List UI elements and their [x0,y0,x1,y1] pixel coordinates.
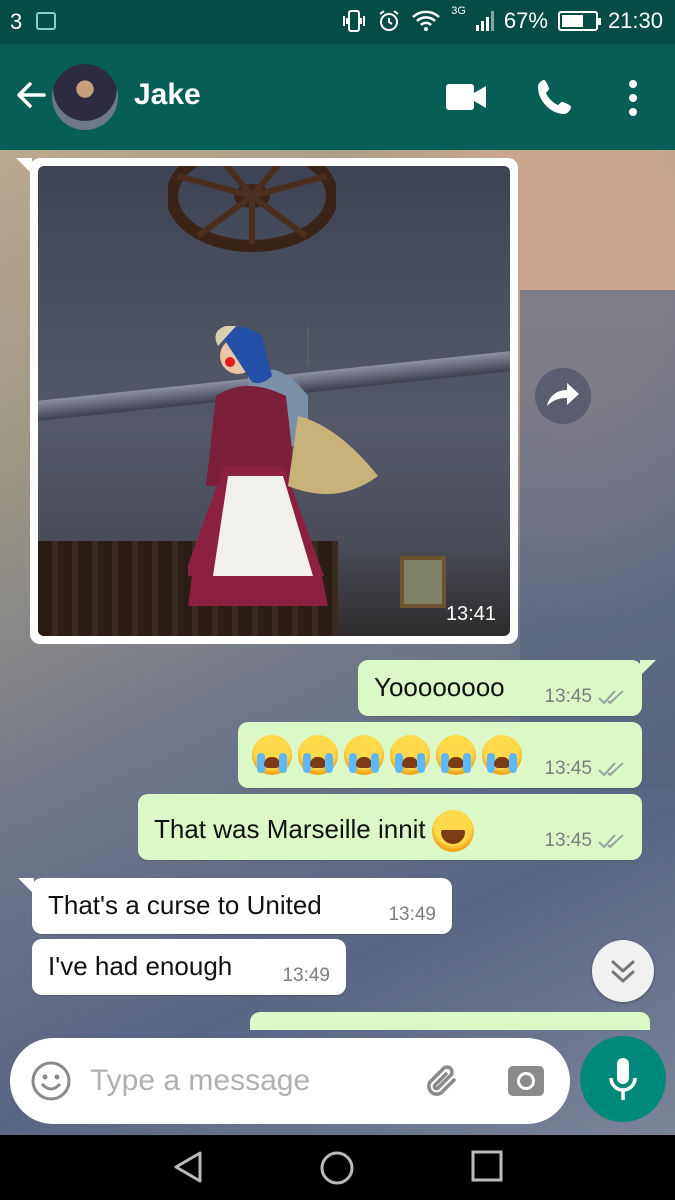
emoji-icon[interactable] [30,1060,72,1102]
status-right: 3G 67% 21:30 [341,5,663,34]
video-call-icon[interactable] [446,84,486,110]
loudly-crying-face-icon [436,735,476,775]
message-time: 13:49 [282,965,330,986]
wall-picture [400,556,446,608]
clock: 21:30 [607,8,663,33]
message-time: 13:45 [544,686,592,707]
paperclip-icon[interactable] [424,1060,464,1102]
contact-name[interactable]: Jake [134,78,201,112]
message-text: That was Marseille innit [154,810,474,852]
system-navigation-bar [0,1135,675,1200]
forward-button[interactable] [535,368,591,424]
network-type-label: 3G [451,5,466,17]
message-time: 13:45 [544,758,592,779]
incoming-message[interactable]: I've had enough 13:49 [32,939,346,995]
image-message[interactable]: 13:41 [16,158,518,644]
bubble-tail [16,158,32,174]
double-tick-icon [598,834,624,849]
loudly-crying-face-icon [344,735,384,775]
message-time: 13:41 [445,603,496,625]
message-time: 13:45 [544,830,592,851]
crying-emoji-row [252,735,528,775]
message-meta: 13:45 [544,686,626,708]
double-chevron-down-icon [611,960,635,984]
chat-header: Jake [0,44,675,150]
alarm-icon [379,10,399,31]
forward-icon [547,383,579,406]
signal-icon [475,11,494,31]
camera-icon[interactable] [506,1060,546,1100]
outgoing-message[interactable]: Yoooooooo 13:45 [358,660,656,716]
message-text-content: That was Marseille innit [154,813,426,844]
nav-home-icon[interactable] [318,1149,356,1187]
loudly-crying-face-icon [482,735,522,775]
double-tick-icon [598,690,624,705]
vibrate-icon [343,10,366,32]
bubble-tail [18,878,34,894]
more-options-icon[interactable] [620,78,646,118]
message-text: Yoooooooo [374,672,505,702]
partially-visible-message[interactable] [250,1012,650,1030]
message-text: I've had enough [48,951,233,981]
voice-message-button[interactable] [580,1036,666,1122]
outgoing-message[interactable]: That was Marseille innit 13:45 [138,794,642,860]
loudly-crying-face-icon [390,735,430,775]
battery-percent: 67% [503,8,548,33]
chat-area[interactable]: 13:41 Yoooooooo 13:45 13:45 That was Mar… [0,150,675,1135]
notification-icon [36,12,56,30]
photo-hanging-doll[interactable]: 13:41 [38,166,510,636]
message-text: That's a curse to United [48,890,322,920]
microphone-icon [609,1058,637,1100]
ceiling-wheel-chandelier [168,166,336,252]
voice-call-icon[interactable] [536,78,574,116]
outgoing-message[interactable]: 13:45 [238,722,642,788]
battery-icon [557,11,601,31]
incoming-message[interactable]: That's a curse to United 13:49 [18,878,452,934]
wifi-icon [412,10,441,31]
loudly-crying-face-icon [252,735,292,775]
back-arrow-icon[interactable] [14,78,48,112]
carrier-label: 3 [10,9,23,34]
contact-avatar[interactable] [52,64,118,130]
message-input-bar[interactable]: Type a message [10,1038,570,1124]
message-time: 13:49 [388,904,436,925]
scroll-to-bottom-button[interactable] [592,940,654,1002]
status-bar: 3 3G 67% 21:30 [0,0,675,44]
nav-recents-icon[interactable] [470,1149,504,1183]
message-meta: 13:45 [544,758,626,780]
loudly-crying-face-icon [298,735,338,775]
double-tick-icon [598,762,624,777]
nav-back-icon[interactable] [170,1149,206,1185]
bubble-tail [640,660,656,676]
tears-of-joy-emoji-icon [431,810,474,852]
message-input[interactable]: Type a message [90,1064,310,1098]
message-meta: 13:45 [544,830,626,852]
hanging-doll [188,326,378,606]
